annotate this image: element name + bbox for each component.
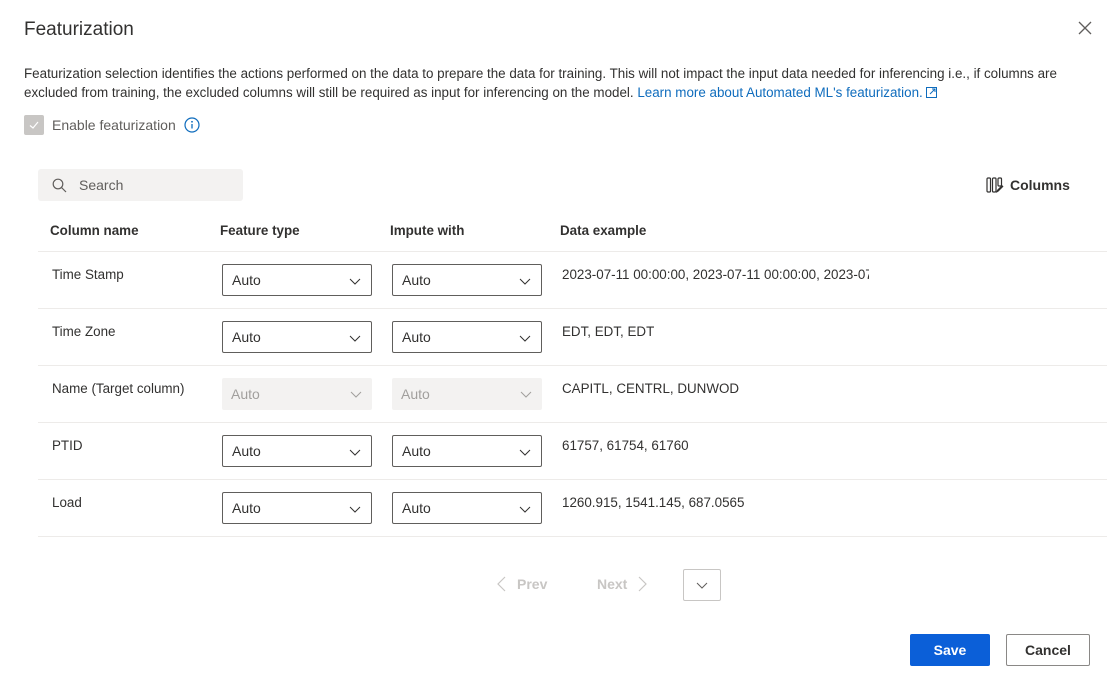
impute-with-value: Auto [402,329,431,345]
header-impute-with[interactable]: Impute with [390,223,464,238]
impute-with-dropdown: Auto [392,378,542,410]
cancel-button[interactable]: Cancel [1006,634,1090,666]
chevron-down-icon [519,506,531,513]
column-name-cell: Time Zone [52,324,116,339]
feature-type-dropdown[interactable]: Auto [222,435,372,467]
feature-type-value: Auto [232,329,261,345]
table-row: Name (Target column) Auto Auto CAPITL, C… [38,366,1107,423]
enable-featurization-checkbox[interactable] [24,115,44,135]
chevron-down-icon [519,335,531,342]
chevron-left-icon [497,576,506,592]
page-size-dropdown[interactable] [683,569,721,601]
data-example-cell: EDT, EDT, EDT [562,324,655,339]
columns-button[interactable]: Columns [986,176,1070,194]
chevron-down-icon [696,582,708,589]
chevron-down-icon [349,278,361,285]
table-row: Load Auto Auto 1260.915, 1541.145, 687.0… [38,480,1107,537]
search-input[interactable] [79,177,229,193]
chevron-down-icon [519,449,531,456]
chevron-down-icon [349,506,361,513]
impute-with-value: Auto [402,443,431,459]
next-page-button[interactable]: Next [597,576,648,592]
learn-more-link[interactable]: Learn more about Automated ML's featuriz… [637,85,937,100]
header-column-name[interactable]: Column name [50,223,139,238]
info-icon[interactable] [184,117,200,133]
table-header: Column name Feature type Impute with Dat… [38,210,1107,252]
description: Featurization selection identifies the a… [24,64,1084,102]
chevron-down-icon [350,391,362,398]
chevron-down-icon [519,278,531,285]
feature-type-dropdown: Auto [222,378,372,410]
prev-label: Prev [517,576,548,592]
pagination: Prev Next [0,569,1107,601]
table-row: PTID Auto Auto 61757, 61754, 61760 [38,423,1107,480]
checkmark-icon [29,121,39,129]
close-icon [1078,21,1092,35]
columns-button-label: Columns [1010,177,1070,193]
impute-with-dropdown[interactable]: Auto [392,321,542,353]
impute-with-value: Auto [401,386,430,402]
data-example-cell: 61757, 61754, 61760 [562,438,689,453]
impute-with-dropdown[interactable]: Auto [392,435,542,467]
feature-type-dropdown[interactable]: Auto [222,321,372,353]
external-link-icon [925,87,937,98]
feature-type-dropdown[interactable]: Auto [222,492,372,524]
search-icon [52,178,67,192]
chevron-down-icon [520,391,532,398]
feature-type-value: Auto [232,443,261,459]
data-example-cell: CAPITL, CENTRL, DUNWOD [562,381,740,396]
column-name-cell: Time Stamp [52,267,124,282]
close-button[interactable] [1076,19,1094,37]
column-name-cell: Load [52,495,82,510]
enable-featurization-label: Enable featurization [52,117,176,133]
next-label: Next [597,576,628,592]
chevron-down-icon [349,449,361,456]
header-data-example[interactable]: Data example [560,223,646,238]
data-example-cell: 1260.915, 1541.145, 687.0565 [562,495,745,510]
edit-columns-icon [986,177,1004,193]
featurization-table: Column name Feature type Impute with Dat… [38,210,1107,537]
feature-type-value: Auto [231,386,260,402]
chevron-right-icon [638,576,648,592]
feature-type-dropdown[interactable]: Auto [222,264,372,296]
header-feature-type[interactable]: Feature type [220,223,300,238]
impute-with-dropdown[interactable]: Auto [392,264,542,296]
learn-more-link-text: Learn more about Automated ML's featuriz… [637,85,923,100]
enable-featurization-row: Enable featurization [24,115,200,135]
save-button[interactable]: Save [910,634,990,666]
data-example-cell: 2023-07-11 00:00:00, 2023-07-11 00:00:00… [562,267,869,282]
feature-type-value: Auto [232,500,261,516]
column-name-cell: Name (Target column) [52,381,185,396]
prev-page-button[interactable]: Prev [496,576,547,592]
table-row: Time Stamp Auto Auto 2023-07-11 00:00:00… [38,252,1107,309]
impute-with-value: Auto [402,272,431,288]
impute-with-value: Auto [402,500,431,516]
dialog-title: Featurization [24,19,134,40]
table-row: Time Zone Auto Auto EDT, EDT, EDT [38,309,1107,366]
search-box[interactable] [38,169,243,201]
feature-type-value: Auto [232,272,261,288]
column-name-cell: PTID [52,438,83,453]
chevron-down-icon [349,335,361,342]
impute-with-dropdown[interactable]: Auto [392,492,542,524]
